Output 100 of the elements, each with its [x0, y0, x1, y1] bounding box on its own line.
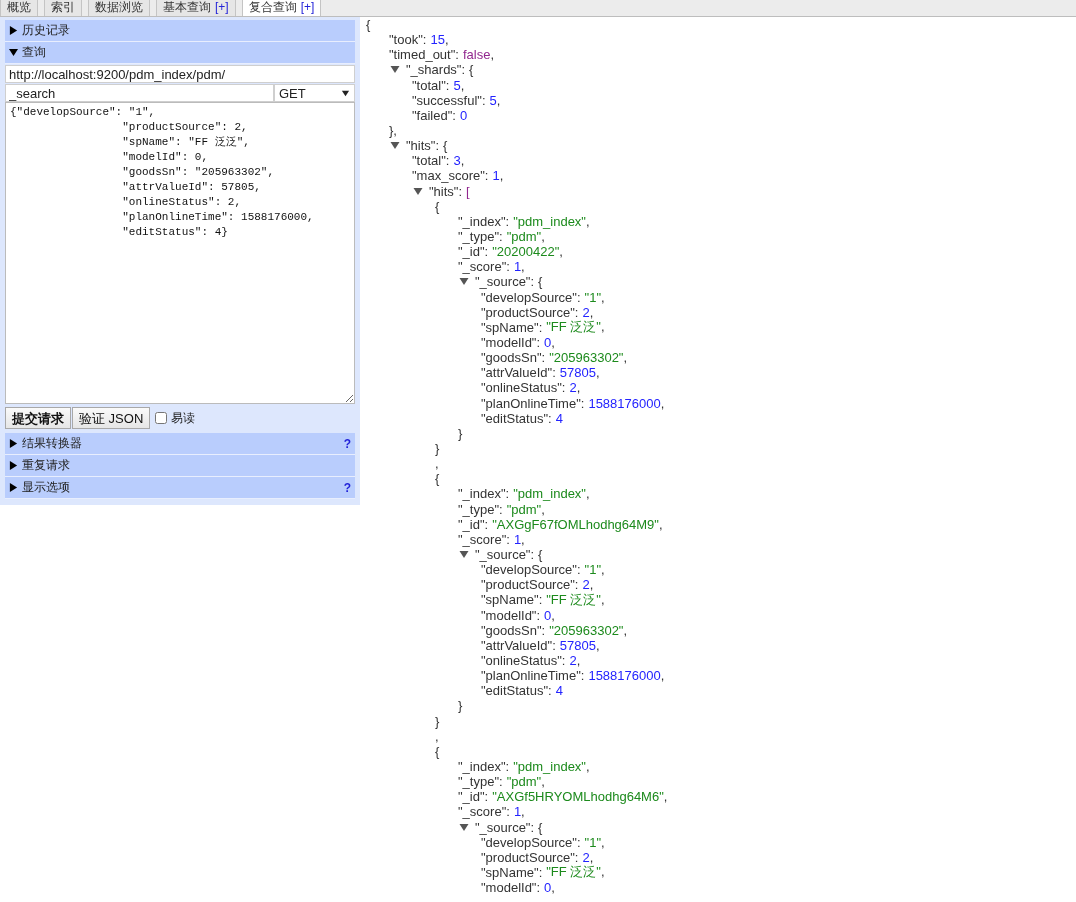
- json-value: 1,: [492, 168, 504, 184]
- json-key: "timed_out":: [389, 47, 459, 63]
- json-key: "hits":: [406, 138, 440, 154]
- help-link[interactable]: ?: [343, 480, 351, 495]
- json-value: 4: [555, 683, 563, 699]
- json-value: 4: [555, 410, 563, 426]
- json-key: "goodsSn":: [481, 622, 546, 638]
- section-header[interactable]: 结果转换器 ?: [5, 433, 355, 455]
- checkbox-label: 易读: [171, 409, 196, 427]
- json-punct: ,: [435, 456, 439, 472]
- json-bracket: }: [435, 441, 440, 456]
- json-key: "_index":: [458, 486, 510, 502]
- tab[interactable]: 概览: [0, 0, 38, 16]
- json-punct: ,: [435, 728, 439, 744]
- json-value: 2,: [582, 849, 594, 865]
- json-key: "failed":: [412, 107, 456, 123]
- json-key: "developSource":: [481, 562, 581, 578]
- tab[interactable]: 数据浏览: [88, 0, 150, 16]
- json-key: "max_score":: [412, 168, 489, 184]
- json-key: "total":: [412, 77, 450, 93]
- help-link[interactable]: ?: [343, 436, 351, 451]
- json-value: "1",: [584, 834, 605, 850]
- json-key: "onlineStatus":: [481, 652, 566, 668]
- json-key: "attrValueId":: [481, 365, 556, 381]
- json-value: 15,: [430, 32, 449, 48]
- json-key: "productSource":: [481, 849, 579, 865]
- json-key: "onlineStatus":: [481, 380, 566, 396]
- path-field[interactable]: _search: [5, 84, 274, 102]
- json-value: "pdm_index",: [513, 758, 590, 774]
- triangle-icon[interactable]: [459, 822, 469, 832]
- json-key: "_shards":: [406, 62, 466, 78]
- json-key: "modelId":: [481, 880, 541, 896]
- json-bracket: {: [538, 274, 543, 290]
- triangle-icon[interactable]: [9, 482, 18, 493]
- json-key: "_type":: [458, 501, 503, 517]
- method-select[interactable]: GET: [274, 84, 355, 102]
- json-key: "spName":: [481, 319, 543, 335]
- json-bracket: [: [466, 183, 470, 199]
- section-header[interactable]: 显示选项 ?: [5, 477, 355, 499]
- json-value: 57805,: [559, 365, 600, 381]
- json-key: "attrValueId":: [481, 637, 556, 653]
- json-value: 57805,: [559, 637, 600, 653]
- json-bracket: }: [435, 713, 440, 729]
- json-value: "pdm",: [506, 229, 545, 245]
- json-value: 0,: [544, 335, 555, 350]
- json-key: "total":: [412, 153, 450, 169]
- json-value: "pdm",: [506, 501, 545, 517]
- triangle-icon[interactable]: [9, 460, 18, 471]
- json-bracket: {: [469, 62, 474, 78]
- json-value: 2,: [582, 577, 594, 593]
- tab[interactable]: 复合查询 [+]: [241, 0, 322, 16]
- json-bracket: }: [458, 698, 463, 714]
- button[interactable]: 验证 JSON: [72, 407, 151, 429]
- section-header[interactable]: 查询: [5, 42, 355, 64]
- section-header[interactable]: 重复请求: [5, 455, 355, 477]
- json-bracket: {: [366, 17, 371, 33]
- json-value: 1,: [513, 531, 525, 547]
- json-key: "editStatus":: [481, 683, 552, 699]
- json-key: "spName":: [481, 864, 543, 880]
- checkbox[interactable]: [155, 412, 168, 424]
- tab[interactable]: 基本查询 [+]: [156, 0, 236, 16]
- url-field[interactable]: http://localhost:9200/pdm_index/pdm/: [5, 65, 355, 83]
- triangle-icon[interactable]: [9, 438, 18, 449]
- json-key: "spName":: [481, 592, 543, 608]
- json-value: 1588176000,: [588, 668, 665, 684]
- json-key: "_type":: [458, 774, 503, 790]
- triangle-icon[interactable]: [390, 65, 400, 75]
- json-bracket: {: [435, 471, 440, 487]
- json-bracket: {: [538, 547, 543, 562]
- json-value: "pdm_index",: [513, 486, 590, 502]
- json-value: "1",: [584, 289, 605, 305]
- tab[interactable]: 索引: [44, 0, 82, 16]
- json-key: "developSource":: [481, 289, 581, 305]
- json-bracket: {: [443, 138, 448, 154]
- json-value: "AXGgF67fOMLhodhg64M9",: [492, 516, 663, 532]
- body-field[interactable]: {"developSource": "1", "productSource": 2, "spName": "FF 泛泛", "modelId": 0, "goodsSn": "205963302", "attrValueId": 57805, "onlineStatus": 2, "planOnlineTime": 1588176000, "editStatus": 4}: [5, 102, 355, 404]
- json-key: "_source":: [475, 547, 535, 562]
- json-value: "FF 泛泛",: [546, 591, 605, 609]
- json-value: 0,: [544, 880, 555, 896]
- json-value: "pdm",: [506, 774, 545, 790]
- json-value: 1588176000,: [588, 395, 665, 411]
- json-value: "FF 泛泛",: [546, 864, 605, 882]
- json-key: "_type":: [458, 229, 503, 245]
- triangle-icon[interactable]: [413, 186, 423, 196]
- json-value: 5,: [489, 92, 501, 108]
- caret-icon: [341, 88, 350, 98]
- button[interactable]: 提交请求: [5, 407, 71, 429]
- json-value: 3,: [453, 153, 465, 169]
- triangle-icon[interactable]: [390, 141, 400, 151]
- triangle-icon[interactable]: [459, 550, 469, 559]
- triangle-icon[interactable]: [9, 25, 18, 36]
- json-value: "1",: [584, 562, 605, 578]
- triangle-icon[interactable]: [9, 47, 18, 58]
- section-header[interactable]: 历史记录: [5, 20, 355, 42]
- json-value: "FF 泛泛",: [546, 319, 605, 337]
- json-value: "pdm_index",: [513, 213, 590, 229]
- json-key: "_score":: [458, 531, 510, 547]
- json-value: "AXGf5HRYOMLhodhg64M6",: [492, 789, 668, 805]
- triangle-icon[interactable]: [459, 277, 469, 287]
- json-key: "hits":: [429, 183, 463, 199]
